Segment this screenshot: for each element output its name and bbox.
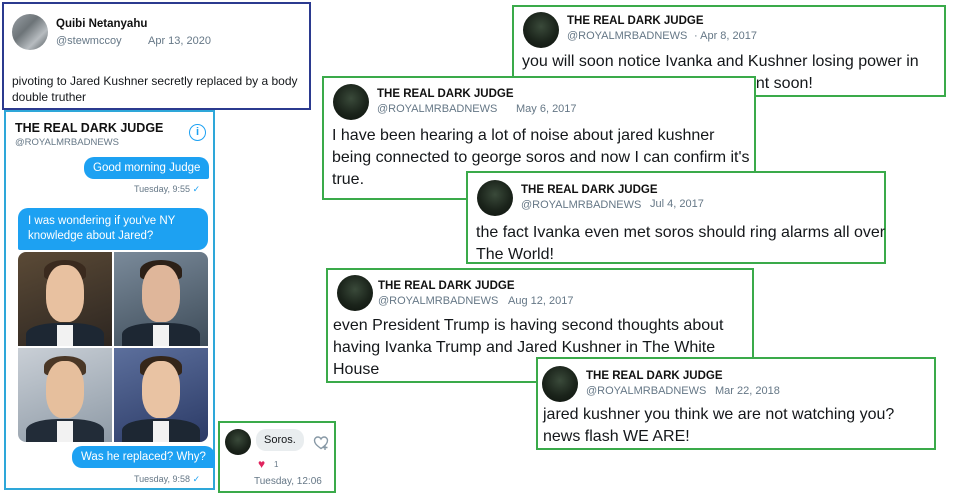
- quibi-tweet-text: pivoting to Jared Kushner secretly repla…: [12, 74, 298, 104]
- tweet-handle[interactable]: @ROYALMRBADNEWS: [567, 30, 687, 42]
- tweet-date[interactable]: Aug 12, 2017: [508, 295, 573, 307]
- info-icon[interactable]: i: [189, 124, 206, 141]
- tweet-handle[interactable]: @ROYALMRBADNEWS: [586, 385, 706, 397]
- tweet-card-mar22: THE REAL DARK JUDGE @ROYALMRBADNEWS Mar …: [536, 357, 936, 450]
- soros-reply-card: Soros. ♥ 1 Tuesday, 12:06: [218, 421, 336, 493]
- like-add-icon[interactable]: [313, 435, 329, 456]
- reply-like-count: 1: [274, 460, 279, 469]
- tweet-author-name[interactable]: THE REAL DARK JUDGE: [377, 88, 514, 100]
- tweet-avatar[interactable]: [333, 84, 369, 120]
- tweet-text: jared kushner you think we are not watch…: [543, 406, 895, 445]
- heart-icon: ♥: [258, 457, 266, 471]
- tweet-author-name[interactable]: THE REAL DARK JUDGE: [586, 370, 723, 382]
- photo-1[interactable]: [18, 252, 112, 346]
- kushner-photo-grid[interactable]: [18, 252, 208, 442]
- read-check-icon: ✓: [192, 184, 201, 194]
- tweet-avatar[interactable]: [523, 12, 559, 48]
- reply-avatar[interactable]: [225, 429, 251, 455]
- read-check-icon: ✓: [192, 474, 201, 484]
- tweet-author-name[interactable]: THE REAL DARK JUDGE: [378, 280, 515, 292]
- quibi-avatar[interactable]: [12, 14, 48, 50]
- message-out-1[interactable]: Good morning Judge: [84, 157, 210, 179]
- tweet-date[interactable]: Jul 4, 2017: [650, 198, 704, 210]
- tweet-handle[interactable]: @ROYALMRBADNEWS: [378, 295, 498, 307]
- message-meta-1: Tuesday, 9:55 ✓: [134, 184, 201, 194]
- message-in-question[interactable]: I was wondering if you've NY knowledge a…: [18, 208, 208, 250]
- quibi-name[interactable]: Quibi Netanyahu: [56, 18, 147, 30]
- photo-2[interactable]: [114, 252, 208, 346]
- tweet-handle[interactable]: @ROYALMRBADNEWS: [521, 199, 641, 211]
- reply-bubble[interactable]: Soros.: [256, 429, 304, 451]
- message-meta-2: Tuesday, 9:58 ✓: [134, 474, 201, 484]
- tweet-date[interactable]: Mar 22, 2018: [715, 385, 780, 397]
- photo-4[interactable]: [114, 348, 208, 442]
- tweet-avatar[interactable]: [542, 366, 578, 402]
- quibi-handle[interactable]: @stewmccoy: [56, 35, 122, 47]
- tweet-author-name[interactable]: THE REAL DARK JUDGE: [567, 15, 704, 27]
- tweet-avatar[interactable]: [337, 275, 373, 311]
- dm-title: THE REAL DARK JUDGE: [15, 121, 164, 135]
- quibi-date[interactable]: Apr 13, 2020: [148, 35, 211, 47]
- tweet-avatar[interactable]: [477, 180, 513, 216]
- reply-time: Tuesday, 12:06: [254, 476, 322, 487]
- dm-handle: @ROYALMRBADNEWS: [15, 137, 119, 148]
- tweet-card-jul4: THE REAL DARK JUDGE @ROYALMRBADNEWS Jul …: [466, 171, 886, 264]
- tweet-author-name[interactable]: THE REAL DARK JUDGE: [521, 184, 658, 196]
- dm-conversation-panel: THE REAL DARK JUDGE @ROYALMRBADNEWS i Go…: [4, 110, 215, 490]
- quibi-tweet-card: Quibi Netanyahu @stewmccoy Apr 13, 2020 …: [2, 2, 311, 110]
- photo-3[interactable]: [18, 348, 112, 442]
- tweet-text: the fact Ivanka even met soros should ri…: [476, 224, 886, 263]
- message-out-2[interactable]: Was he replaced? Why?: [72, 446, 215, 468]
- tweet-handle[interactable]: @ROYALMRBADNEWS: [377, 103, 497, 115]
- tweet-date[interactable]: · Apr 8, 2017: [694, 30, 757, 42]
- tweet-date[interactable]: May 6, 2017: [516, 103, 577, 115]
